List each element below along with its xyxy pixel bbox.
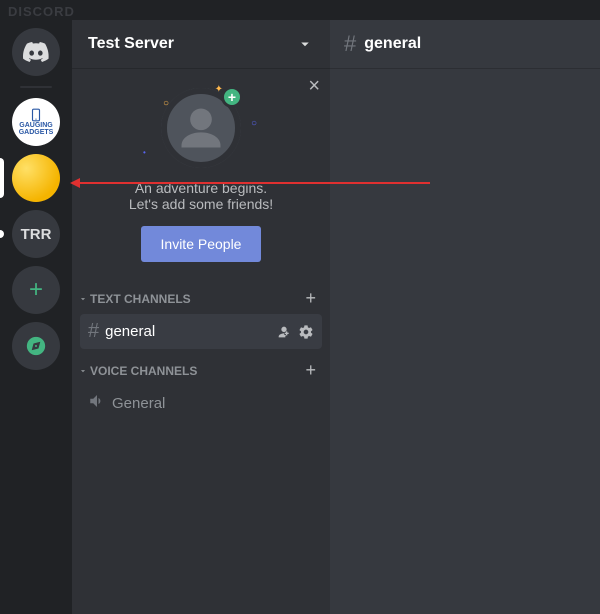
add-voice-channel-button[interactable]: + bbox=[305, 360, 322, 381]
text-channel-general[interactable]: # general bbox=[80, 314, 322, 349]
welcome-line-1: An adventure begins. bbox=[88, 180, 314, 196]
guild-sidebar: GAUGING GADGETS TRR + bbox=[0, 20, 72, 614]
channel-label: General bbox=[112, 395, 314, 412]
welcome-line-2: Let's add some friends! bbox=[88, 196, 314, 212]
discord-logo-icon bbox=[22, 38, 50, 66]
app-brand-label: DISCORD bbox=[8, 4, 75, 19]
guild-separator bbox=[20, 86, 52, 88]
speaker-icon bbox=[88, 392, 106, 414]
welcome-card: × ○ ○ • ✦ + An adventure begins. Let's a… bbox=[72, 68, 330, 278]
app-layout: GAUGING GADGETS TRR + Test Server × ○ ○ … bbox=[0, 0, 600, 614]
chat-header: # general bbox=[330, 20, 600, 68]
spark-icon: • bbox=[143, 148, 146, 157]
create-invite-icon[interactable] bbox=[276, 324, 292, 340]
chat-area: # general bbox=[330, 20, 600, 614]
add-server-button[interactable]: + bbox=[12, 266, 60, 314]
explore-servers-button[interactable] bbox=[12, 322, 60, 370]
chevron-down-icon bbox=[78, 294, 88, 304]
hash-icon: # bbox=[344, 31, 356, 57]
channel-label: general bbox=[105, 323, 270, 340]
home-button[interactable] bbox=[12, 28, 60, 76]
spark-icon: ○ bbox=[251, 118, 257, 129]
server-gauging-gadgets[interactable]: GAUGING GADGETS bbox=[12, 98, 60, 146]
server-trr[interactable]: TRR bbox=[12, 210, 60, 258]
add-badge-icon: + bbox=[221, 86, 243, 108]
chevron-down-icon bbox=[78, 366, 88, 376]
server-test-server[interactable] bbox=[12, 154, 60, 202]
category-label: TEXT CHANNELS bbox=[90, 292, 191, 306]
text-channels-category[interactable]: TEXT CHANNELS + bbox=[72, 278, 330, 313]
server-icon bbox=[12, 154, 60, 202]
add-text-channel-button[interactable]: + bbox=[305, 288, 322, 309]
server-icon-label: GAUGING GADGETS bbox=[12, 98, 60, 146]
channel-sidebar: Test Server × ○ ○ • ✦ + An adventure beg… bbox=[72, 20, 330, 614]
voice-channel-general[interactable]: General bbox=[80, 386, 322, 420]
category-label: VOICE CHANNELS bbox=[90, 364, 197, 378]
phone-icon bbox=[29, 108, 43, 122]
welcome-avatar-wrap: ○ ○ • ✦ + bbox=[161, 88, 241, 168]
hash-icon: # bbox=[88, 320, 99, 343]
invite-people-button[interactable]: Invite People bbox=[141, 226, 262, 262]
server-name: Test Server bbox=[88, 35, 174, 53]
gear-icon[interactable] bbox=[298, 324, 314, 340]
compass-icon bbox=[25, 335, 47, 357]
chevron-down-icon bbox=[296, 35, 314, 53]
chat-channel-name: general bbox=[364, 35, 421, 53]
close-welcome-button[interactable]: × bbox=[308, 76, 320, 96]
server-header[interactable]: Test Server bbox=[72, 20, 330, 68]
voice-channels-category[interactable]: VOICE CHANNELS + bbox=[72, 350, 330, 385]
